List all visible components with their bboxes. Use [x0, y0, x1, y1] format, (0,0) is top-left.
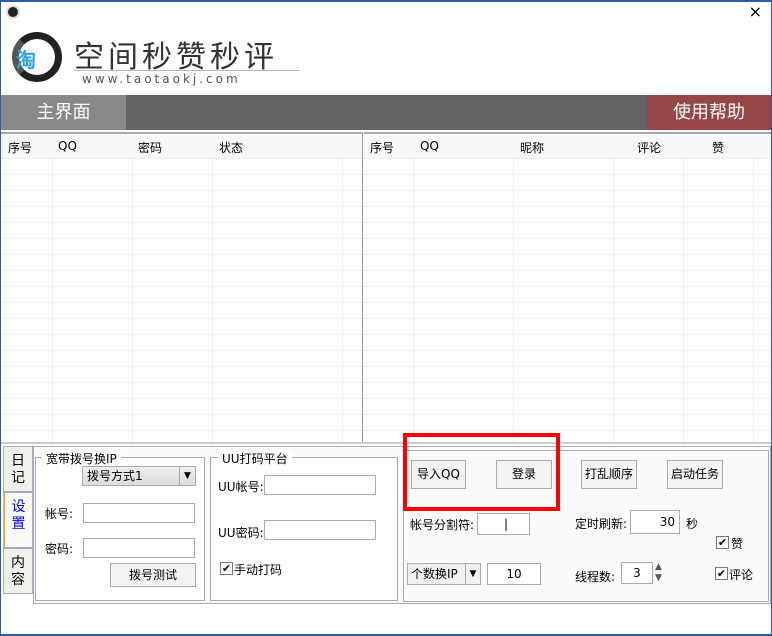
chevron-down-icon[interactable]: ▼	[465, 564, 480, 584]
broadband-title: 宽带拨号换IP	[42, 450, 121, 467]
start-task-button[interactable]: 启动任务	[667, 460, 723, 489]
threads-label: 线程数:	[575, 570, 616, 584]
uu-account-label: UU帐号:	[218, 480, 264, 494]
side-tab-label: 设置	[11, 499, 26, 532]
close-button[interactable]: ×	[749, 2, 762, 21]
refresh-input[interactable]: 30	[630, 510, 680, 534]
col-header[interactable]: 昵称	[520, 139, 544, 156]
table-header: 序号 QQ 密码 状态	[1, 134, 362, 158]
threads-spinner[interactable]: ▲ ▼	[655, 562, 662, 584]
dial-mode-value: 拨号方式1	[87, 469, 143, 483]
account-input[interactable]	[83, 503, 195, 523]
col-header[interactable]: 状态	[219, 139, 243, 156]
dial-mode-select[interactable]: 拨号方式1 ▼	[82, 466, 196, 486]
refresh-unit: 秒	[686, 517, 699, 531]
col-header[interactable]: 序号	[8, 139, 32, 156]
manual-checkbox[interactable]: ✔	[220, 562, 233, 575]
comment-label: 评论	[729, 568, 754, 582]
like-label: 赞	[731, 537, 744, 551]
col-header[interactable]: 赞	[712, 139, 724, 156]
ip-mode-value: 个数换IP	[411, 567, 458, 581]
password-input[interactable]	[83, 538, 195, 558]
side-tab-label: 日记	[11, 453, 25, 486]
uu-account-input[interactable]	[264, 475, 376, 495]
col-header[interactable]: 序号	[370, 139, 394, 156]
account-table[interactable]: 序号 QQ 密码 状态	[1, 132, 363, 442]
password-label: 密码:	[45, 542, 74, 556]
logo-mark: 淘	[16, 48, 36, 72]
side-tab-content[interactable]: 内容	[3, 548, 33, 594]
col-header[interactable]: 评论	[637, 139, 661, 156]
logo-url: www.taotaokj.com	[82, 72, 241, 86]
like-checkbox[interactable]: ✔	[716, 536, 729, 549]
dial-test-button[interactable]: 拨号测试	[110, 563, 196, 587]
col-header[interactable]: QQ	[420, 139, 439, 153]
manual-label: 手动打码	[234, 563, 283, 577]
comment-checkbox[interactable]: ✔	[715, 567, 728, 580]
shuffle-button[interactable]: 打乱顺序	[581, 460, 637, 489]
ip-count-input[interactable]: 10	[487, 563, 541, 585]
account-label: 帐号:	[45, 507, 74, 521]
divider	[1, 442, 771, 444]
app-icon	[6, 5, 20, 19]
threads-input[interactable]: 3	[621, 562, 653, 584]
side-tab-settings[interactable]: 设置	[3, 492, 33, 548]
tab-main[interactable]: 主界面	[1, 95, 126, 130]
col-header[interactable]: 密码	[138, 139, 162, 156]
side-tab-label: 内容	[11, 555, 25, 588]
highlight-box	[403, 433, 560, 511]
uu-password-input[interactable]	[264, 520, 376, 540]
refresh-label: 定时刷新:	[575, 517, 628, 531]
separator-label: 帐号分割符:	[410, 518, 475, 532]
ip-mode-select[interactable]: 个数换IP ▼	[407, 563, 481, 585]
col-header[interactable]: QQ	[58, 139, 77, 153]
side-tab-diary[interactable]: 日记	[3, 446, 33, 492]
separator-input[interactable]: |	[477, 513, 530, 535]
uu-title: UU打码平台	[218, 450, 292, 467]
uu-password-label: UU密码:	[218, 526, 264, 540]
logo-divider	[74, 70, 300, 71]
tab-help[interactable]: 使用帮助	[647, 95, 771, 130]
table-header: 序号 QQ 昵称 评论 赞	[364, 134, 771, 158]
chevron-down-icon[interactable]: ▼	[179, 467, 195, 485]
result-table[interactable]: 序号 QQ 昵称 评论 赞	[364, 132, 771, 442]
